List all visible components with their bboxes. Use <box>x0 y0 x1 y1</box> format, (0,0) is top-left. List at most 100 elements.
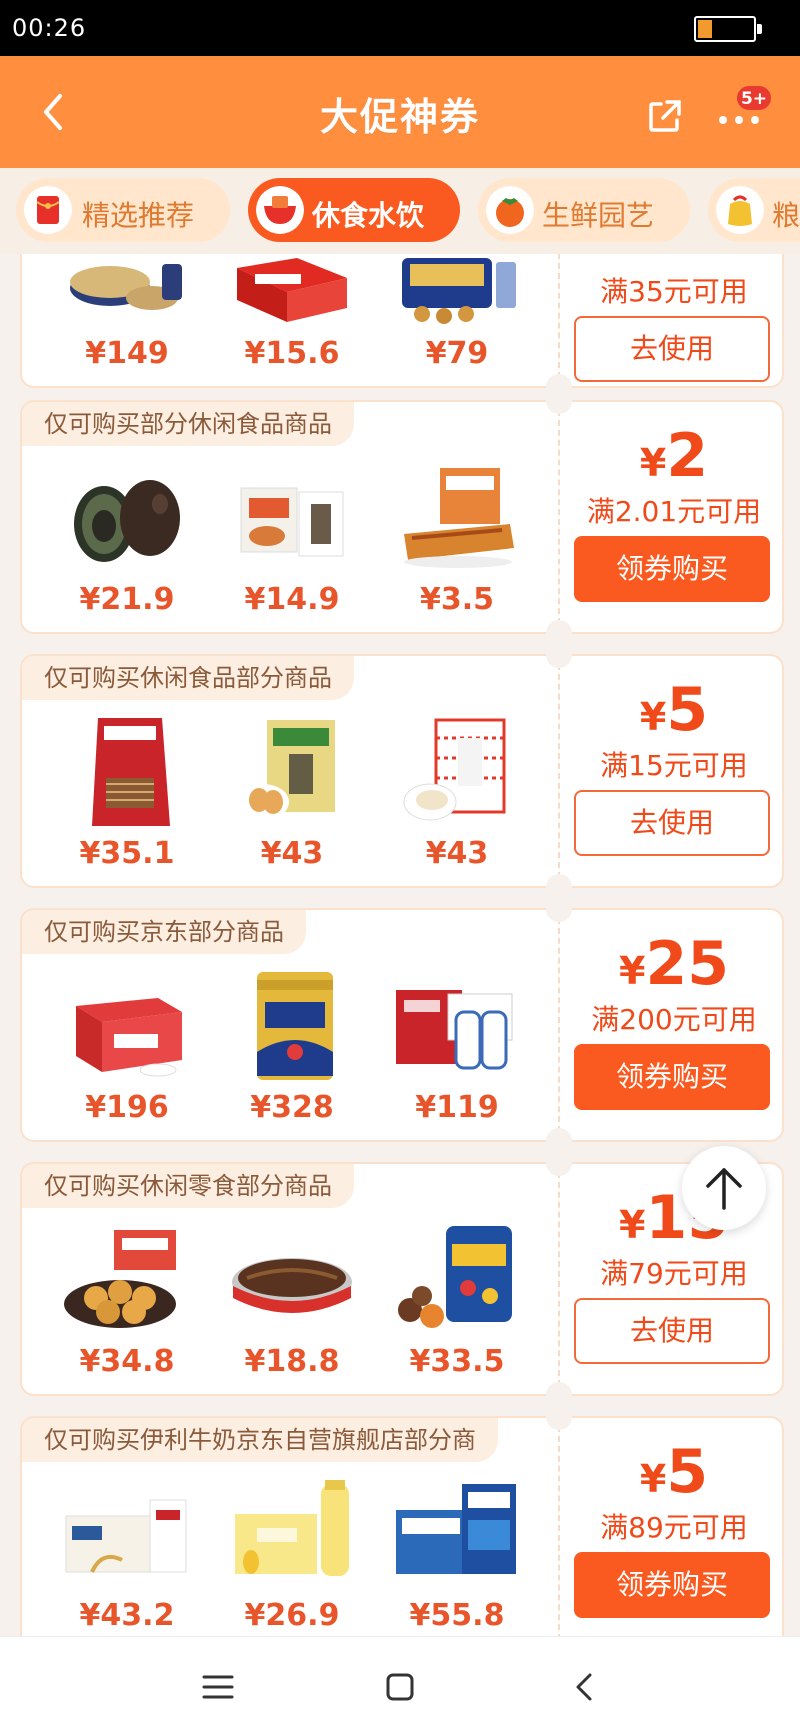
product-price: ¥43.2 <box>79 1598 175 1633</box>
claim-coupon-button[interactable]: 领券购买 <box>574 1552 770 1618</box>
product-item[interactable]: ¥21.9 <box>52 458 202 628</box>
battery-icon <box>694 16 756 42</box>
tab-snacks-drinks[interactable]: 休食水饮 <box>248 178 460 242</box>
product-price: ¥26.9 <box>244 1598 340 1633</box>
tab-label: 粮 <box>772 199 800 232</box>
product-item[interactable]: ¥43 <box>217 712 367 882</box>
coupon-threshold: 满89元可用 <box>600 1511 748 1544</box>
oat-milk-box-image <box>65 1499 187 1573</box>
share-icon[interactable] <box>645 96 685 136</box>
snack-bowl-icon <box>256 186 304 234</box>
notification-badge: 5+ <box>735 84 773 112</box>
persimmon-icon <box>486 186 534 234</box>
danish-cookie-tin-image <box>402 258 516 324</box>
product-price: ¥33.5 <box>409 1344 505 1379</box>
biscuit-tin-image <box>70 264 182 310</box>
product-price: ¥35.1 <box>79 836 175 871</box>
use-coupon-button[interactable]: 去使用 <box>574 1298 770 1364</box>
product-price: ¥15.6 <box>244 336 340 371</box>
status-time: 00:26 <box>12 14 87 42</box>
product-price: ¥18.8 <box>244 1344 340 1379</box>
product-item[interactable]: ¥35.1 <box>52 712 202 882</box>
preserved-egg-image <box>74 480 180 562</box>
canned-fish-image <box>232 1258 352 1313</box>
product-price: ¥119 <box>415 1090 499 1125</box>
coupon-card: 仅可购买休闲食品部分商品 ¥35.1 ¥43 ¥43 ¥5 满15元可用 去使用 <box>20 642 784 900</box>
product-item[interactable]: ¥15.6 <box>217 254 367 382</box>
tab-featured[interactable]: 精选推荐 <box>16 178 230 242</box>
snack-box-image <box>237 258 347 322</box>
product-item[interactable]: ¥196 <box>52 966 202 1136</box>
tab-label: 生鲜园艺 <box>542 199 655 232</box>
spicy-strip-image <box>404 468 514 568</box>
status-bar: 00:26 <box>0 0 800 56</box>
grain-bag-icon <box>716 186 764 234</box>
claim-coupon-button[interactable]: 领券购买 <box>574 1044 770 1110</box>
product-item[interactable]: ¥3.5 <box>382 458 532 628</box>
product-price: ¥14.9 <box>244 582 340 617</box>
gift-box-image <box>76 998 182 1077</box>
coupon-amount: ¥2 <box>639 421 709 491</box>
header: 大促神券 5+ <box>0 56 800 168</box>
senbei-bag-image <box>403 718 506 821</box>
product-price: ¥328 <box>250 1090 334 1125</box>
more-dots-icon[interactable] <box>717 110 761 130</box>
back-to-top-button[interactable] <box>682 1146 766 1230</box>
product-price: ¥43 <box>425 836 489 871</box>
product-item[interactable]: ¥14.9 <box>217 458 367 628</box>
product-item[interactable]: ¥119 <box>382 966 532 1136</box>
category-tabs: 精选推荐 休食水饮 生鲜园艺 粮 <box>0 168 800 254</box>
coupon-list[interactable]: ¥149 ¥15.6 ¥79 满35元可用 去使用 仅可购买部分休闲食品商品 ¥… <box>0 254 800 1636</box>
product-price: ¥79 <box>425 336 489 371</box>
back-chevron-icon[interactable] <box>564 1667 604 1707</box>
product-price: ¥21.9 <box>79 582 175 617</box>
coupon-amount: ¥5 <box>639 675 709 745</box>
coupon-scope: 仅可购买伊利牛奶京东自营旗舰店部分商 <box>22 1418 498 1462</box>
product-price: ¥3.5 <box>419 582 495 617</box>
wafer-bag-image <box>92 718 170 826</box>
tab-label: 休食水饮 <box>312 199 425 232</box>
coupon-threshold: 满200元可用 <box>591 1003 757 1036</box>
chocolate-ball-tub-image <box>398 1226 512 1328</box>
product-price: ¥43 <box>260 836 324 871</box>
product-item[interactable]: ¥55.8 <box>382 1474 532 1636</box>
tab-grain[interactable]: 粮 <box>708 178 800 242</box>
product-item[interactable]: ¥26.9 <box>217 1474 367 1636</box>
product-item[interactable]: ¥43 <box>382 712 532 882</box>
red-envelope-icon <box>24 186 72 234</box>
coupon-scope: 仅可购买部分休闲食品商品 <box>22 402 354 446</box>
product-item[interactable]: ¥18.8 <box>217 1220 367 1390</box>
coupon-card: ¥149 ¥15.6 ¥79 满35元可用 去使用 <box>20 254 784 400</box>
coupon-card: 仅可购买休闲零食部分商品 ¥34.8 ¥18.8 ¥33.5 ¥15 满79元可… <box>20 1150 784 1408</box>
tab-fresh-garden[interactable]: 生鲜园艺 <box>478 178 690 242</box>
corn-juice-image <box>235 1480 349 1576</box>
product-price: ¥149 <box>85 336 169 371</box>
home-square-icon[interactable] <box>380 1667 420 1707</box>
coupon-scope: 仅可购买京东部分商品 <box>22 910 306 954</box>
milk-gift-set-image <box>396 990 513 1070</box>
product-item[interactable]: ¥43.2 <box>52 1474 202 1636</box>
menu-icon[interactable] <box>198 1667 238 1707</box>
claim-coupon-button[interactable]: 领券购买 <box>574 536 770 602</box>
coupon-scope: 仅可购买休闲零食部分商品 <box>22 1164 354 1208</box>
product-item[interactable]: ¥79 <box>382 254 532 382</box>
rice-cracker-bag-image <box>237 720 335 820</box>
product-item[interactable]: ¥34.8 <box>52 1220 202 1390</box>
product-item[interactable]: ¥33.5 <box>382 1220 532 1390</box>
coupon-amount: ¥5 <box>639 1437 709 1507</box>
use-coupon-button[interactable]: 去使用 <box>574 790 770 856</box>
product-item[interactable]: ¥149 <box>52 254 202 382</box>
battery-tip <box>757 24 762 34</box>
use-coupon-button[interactable]: 去使用 <box>574 316 770 382</box>
snack-pack-image <box>240 487 344 557</box>
coupon-scope: 仅可购买休闲食品部分商品 <box>22 656 354 700</box>
product-item[interactable]: ¥328 <box>217 966 367 1136</box>
product-price: ¥34.8 <box>79 1344 175 1379</box>
coupon-threshold: 满2.01元可用 <box>586 495 762 528</box>
tab-label: 精选推荐 <box>82 199 195 232</box>
coupon-card: 仅可购买部分休闲食品商品 ¥21.9 ¥14.9 ¥3.5 ¥2 满2.01元可… <box>20 388 784 646</box>
coupon-amount: ¥25 <box>619 929 729 999</box>
coupon-threshold: 满15元可用 <box>600 749 748 782</box>
milk-powder-can-image <box>257 972 333 1080</box>
yogurt-box-image <box>396 1484 516 1574</box>
